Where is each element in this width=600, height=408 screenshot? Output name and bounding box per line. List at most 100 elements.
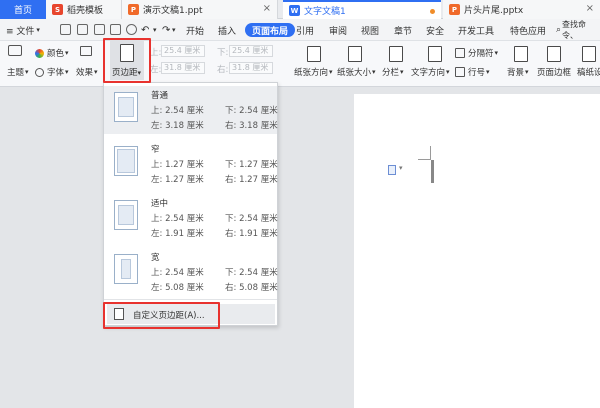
preset-top: 上: 2.54 厘米 — [151, 268, 204, 278]
theme-icon — [8, 45, 22, 56]
left-margin-field[interactable]: 31.8 厘米 — [161, 62, 205, 74]
color-button[interactable]: 颜色 ▾ — [35, 47, 69, 59]
chevron-down-icon: ▾ — [446, 68, 450, 76]
tab-presentation1-label: 演示文稿1.ppt — [143, 6, 203, 16]
orientation-icon[interactable] — [307, 46, 321, 62]
orientation-button[interactable]: 纸张方向 ▾ — [294, 66, 333, 78]
chevron-down-icon[interactable]: ▾ — [153, 19, 157, 41]
text-direction-button[interactable]: 文字方向 ▾ — [411, 66, 450, 78]
menu-dev-tools[interactable]: 开发工具 — [458, 19, 494, 41]
menu-security-label: 安全 — [426, 26, 445, 37]
file-menu[interactable]: ≡ 文件 ▾ — [6, 19, 40, 41]
effect-icon-button[interactable] — [80, 46, 95, 56]
paper-size-icon[interactable] — [348, 46, 362, 62]
menu-view[interactable]: 视图 — [361, 19, 379, 41]
writer-icon: W — [289, 5, 300, 16]
tab-presentation1[interactable]: P 演示文稿1.ppt × — [122, 0, 278, 19]
preset-name: 宽 — [151, 253, 160, 263]
paper-size-button[interactable]: 纸张大小 ▾ — [337, 66, 376, 78]
ppt-icon: P — [128, 4, 139, 15]
columns-icon[interactable] — [389, 46, 403, 62]
menu-page-layout[interactable]: 页面布局 — [245, 23, 296, 37]
page-border-label: 页面边框 — [537, 68, 572, 78]
text-direction-label: 文字方向 — [411, 68, 446, 78]
menu-special-apps[interactable]: 特色应用 — [510, 19, 546, 41]
save-icon[interactable] — [60, 24, 71, 35]
unsaved-dot-icon — [430, 9, 435, 14]
orientation-label: 纸张方向 — [294, 68, 329, 78]
print-preview-icon[interactable] — [110, 24, 121, 35]
chevron-down-icon: ▾ — [94, 68, 98, 76]
menu-start-label: 开始 — [186, 26, 205, 37]
line-number-button[interactable]: 行号 ▾ — [455, 66, 490, 78]
margin-preview-icon — [114, 254, 138, 284]
background-icon[interactable] — [514, 46, 528, 62]
chevron-down-icon: ▾ — [65, 49, 69, 57]
effect-button[interactable]: 效果 ▾ — [76, 66, 98, 78]
menu-divider — [104, 299, 277, 300]
theme-button[interactable] — [8, 45, 22, 56]
color-label: 颜色 — [47, 49, 65, 59]
document-page[interactable] — [354, 94, 600, 408]
theme-label: 主题 — [7, 68, 25, 78]
tab-template[interactable]: S 稻壳模板 — [46, 0, 122, 19]
bottom-margin-field[interactable]: 25.4 厘米 — [229, 45, 273, 57]
separator-button[interactable]: 分隔符 ▾ — [455, 47, 498, 59]
draft-paper-label: 稿纸设 — [577, 68, 600, 78]
preset-top: 上: 2.54 厘米 — [151, 106, 204, 116]
tab-document1[interactable]: W 文字文稿1 — [283, 0, 441, 19]
text-direction-icon[interactable] — [428, 46, 442, 62]
highlight-page-margins — [103, 38, 151, 83]
menu-security[interactable]: 安全 — [426, 19, 444, 41]
effect-label: 效果 — [76, 68, 94, 78]
margin-preview-icon — [114, 92, 138, 122]
separator-label: 分隔符 — [468, 49, 494, 59]
paragraph-layout-icon[interactable] — [388, 165, 396, 175]
left-margin-label: 左: — [150, 65, 162, 75]
page-border-icon[interactable] — [547, 46, 561, 62]
theme-label-button[interactable]: 主题 ▾ — [7, 66, 29, 78]
preset-top: 上: 2.54 厘米 — [151, 214, 204, 224]
margin-corner-mark — [418, 159, 431, 160]
line-number-label: 行号 — [468, 68, 486, 78]
page-border-button[interactable]: 页面边框 — [537, 66, 571, 78]
menu-insert[interactable]: 插入 — [218, 19, 236, 41]
chevron-down-icon: ▾ — [25, 68, 29, 76]
preset-left: 左: 3.18 厘米 — [151, 121, 204, 131]
print-icon[interactable] — [94, 24, 105, 35]
menu-review[interactable]: 审阅 — [329, 19, 347, 41]
preset-right: 右: 1.91 厘米 — [225, 229, 278, 239]
margin-preset-wide[interactable]: 宽 上: 2.54 厘米 下: 2.54 厘米 左: 5.08 厘米 右: 5.… — [104, 248, 278, 296]
background-label: 背景 — [507, 68, 525, 78]
preset-bottom: 下: 1.27 厘米 — [225, 160, 278, 170]
right-margin-field[interactable]: 31.8 厘米 — [229, 62, 273, 74]
font-button[interactable]: 字体 ▾ — [35, 66, 69, 78]
menu-reference[interactable]: 引用 — [296, 19, 314, 41]
export-pdf-icon[interactable] — [77, 24, 88, 35]
chevron-down-icon[interactable]: ▾ — [172, 19, 176, 41]
draft-paper-button[interactable]: 稿纸设 — [577, 66, 600, 78]
background-button[interactable]: 背景 ▾ — [507, 66, 529, 78]
search-command[interactable]: ⌕ 查找命令、 — [556, 19, 600, 41]
palette-icon — [35, 48, 44, 58]
close-icon[interactable]: × — [586, 3, 594, 14]
redo-icon[interactable]: ↷ — [162, 19, 170, 41]
format-painter-icon[interactable] — [126, 24, 137, 35]
margin-preset-normal[interactable]: 普通 上: 2.54 厘米 下: 2.54 厘米 左: 3.18 厘米 右: 3… — [104, 86, 278, 134]
margin-preset-narrow[interactable]: 窄 上: 1.27 厘米 下: 1.27 厘米 左: 1.27 厘米 右: 1.… — [104, 140, 278, 188]
tab-opening-ending[interactable]: P 片头片尾.pptx × — [443, 0, 600, 19]
chevron-down-icon[interactable]: ▾ — [399, 164, 403, 172]
menu-chapter[interactable]: 章节 — [394, 19, 412, 41]
draft-paper-icon[interactable] — [582, 46, 596, 62]
top-margin-field[interactable]: 25.4 厘米 — [161, 45, 205, 57]
right-margin-label: 右: — [217, 65, 229, 75]
menu-start[interactable]: 开始 — [186, 19, 204, 41]
preset-right: 右: 3.18 厘米 — [225, 121, 278, 131]
page-margins-dropdown: 普通 上: 2.54 厘米 下: 2.54 厘米 左: 3.18 厘米 右: 3… — [103, 82, 278, 326]
close-icon[interactable]: × — [263, 3, 271, 14]
columns-button[interactable]: 分栏 ▾ — [382, 66, 404, 78]
effect-icon — [80, 46, 92, 56]
margin-preset-moderate[interactable]: 适中 上: 2.54 厘米 下: 2.54 厘米 左: 1.91 厘米 右: 1… — [104, 194, 278, 242]
tab-home[interactable]: 首页 — [0, 0, 46, 19]
preset-top: 上: 1.27 厘米 — [151, 160, 204, 170]
